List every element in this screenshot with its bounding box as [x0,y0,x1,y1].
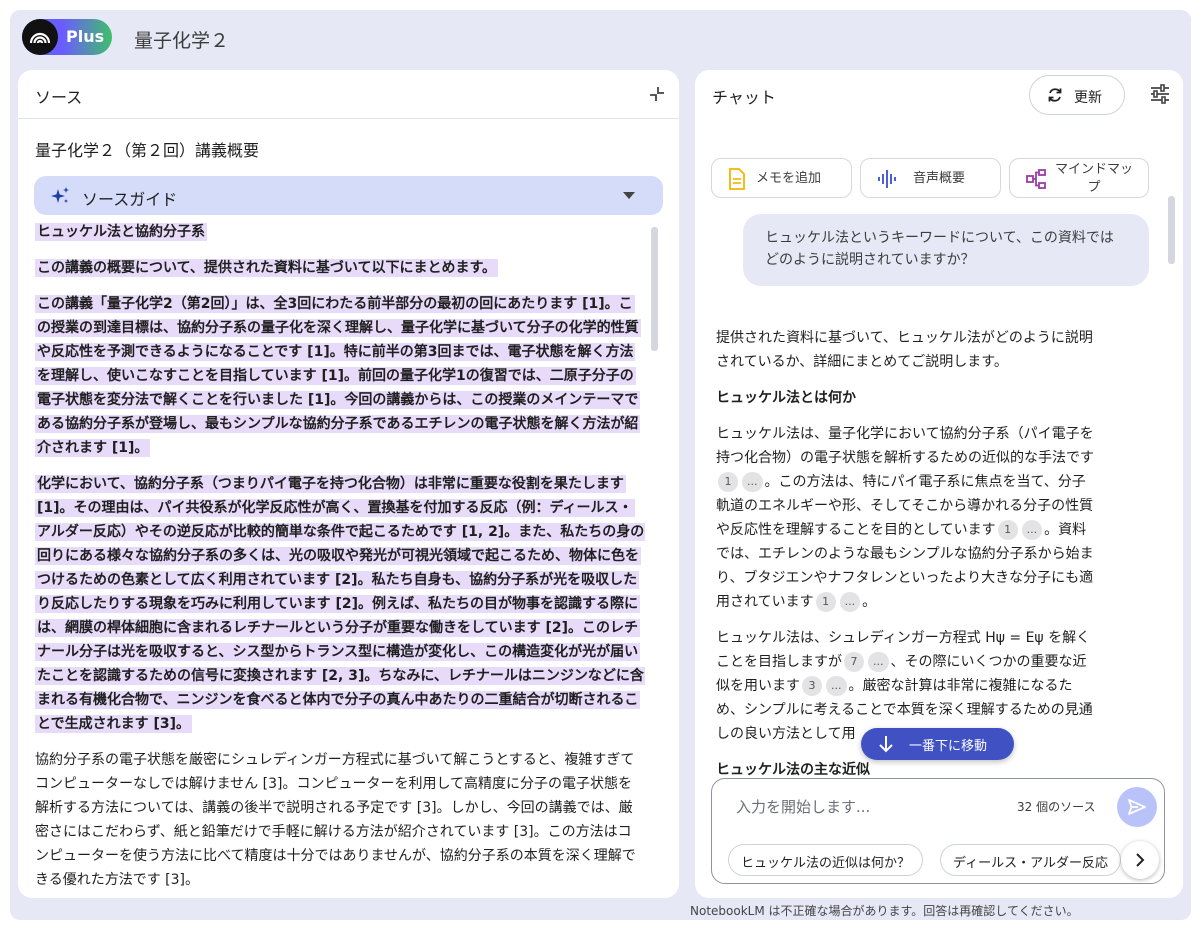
plan-badge: Plus [66,27,105,46]
audio-wave-icon [877,168,897,190]
refresh-label: 更新 [1074,90,1102,106]
citation-more-chip[interactable]: ... [826,676,847,696]
answer-intro: 提供された資料に基づいて、ヒュッケル法がどのように説明されているか、詳細にまとめ… [716,330,1093,370]
citation-chip[interactable]: 7 [844,652,864,672]
chevron-down-icon [623,192,635,199]
notebook-title[interactable]: 量子化学２ [134,26,229,53]
scroll-to-bottom-label: 一番下に移動 [909,739,988,754]
add-note-label: メモを追加 [756,171,822,186]
chat-input-placeholder[interactable]: 入力を開始します... [736,796,870,817]
citation-chip[interactable]: 1 [718,472,738,492]
source-guide-toggle[interactable]: ソースガイド [34,176,663,215]
disclaimer-footer: NotebookLM は不正確な場合があります。回答は再確認してください。 [690,904,1079,918]
sparkle-icon [50,185,72,207]
source-paragraph: ヒュッケル法と協約分子系 [35,223,207,241]
audio-overview-chip[interactable]: 音声概要 [860,158,1001,198]
collapse-panel-icon[interactable] [647,84,667,104]
source-text-content: ヒュッケル法と協約分子系 この講義の概要について、提供された資料に基づいて以下に… [35,220,645,896]
chat-panel-title: チャット [712,88,776,107]
note-icon [728,168,748,190]
suggested-question-chip[interactable]: ディールス・アルダー反応 [940,844,1121,876]
audio-overview-label: 音声概要 [913,171,966,186]
mindmap-icon [1026,168,1046,190]
refresh-icon [1046,86,1064,108]
source-paragraph: この講義「量子化学2（第2回）」は、全3回にわたる前半部分の最初の回にあたります… [35,295,641,457]
source-document-title: 量子化学２（第２回）講義概要 [35,141,260,160]
source-guide-label: ソースガイド [82,190,178,209]
suggested-question-chip[interactable]: ヒュッケル法の近似は何か？ [728,844,924,876]
scroll-to-bottom-button[interactable]: 一番下に移動 [861,728,1014,760]
chat-header-divider [695,118,1183,119]
mindmap-chip[interactable]: マインドマップ [1009,158,1149,198]
citation-chip[interactable]: 3 [802,676,822,696]
citation-more-chip[interactable]: ... [1021,520,1043,540]
chevron-right-icon [1132,852,1148,872]
citation-more-chip[interactable]: ... [742,472,763,492]
next-suggestions-button[interactable] [1121,841,1159,879]
refresh-button[interactable]: 更新 [1029,75,1125,115]
sources-panel: ソース 量子化学２（第２回）講義概要 ソースガイド ヒュッケル法と協約分子系 こ… [18,70,679,898]
arrow-down-icon [877,734,895,758]
citation-chip[interactable]: 1 [997,520,1018,540]
chat-panel: チャット 更新 メモを追加 音声概要 マインドマップ ヒュッケル法というキーワー… [695,70,1183,898]
sources-panel-title: ソース [35,88,83,107]
citation-more-chip[interactable]: ... [868,652,889,672]
answer-paragraph: ヒュッケル法は、量子化学において協約分子系（パイ電子を持つ化合物）の電子状態を解… [716,426,1094,612]
panel-divider [18,118,679,119]
notebooklm-logo-icon [22,19,58,55]
source-paragraph: 協約分子系の電子状態を厳密にシュレディンガー方程式に基づいて解こうとすると、複雑… [35,752,636,888]
app-window: Plus 量子化学２ ソース 量子化学２（第２回）講義概要 ソースガイド ヒュッ… [10,10,1191,920]
source-count: 32 個のソース [1017,800,1096,814]
tune-settings-icon[interactable] [1149,83,1171,105]
assistant-answer: 提供された資料に基づいて、ヒュッケル法がどのように説明されているか、詳細にまとめ… [716,326,1096,786]
send-icon [1127,797,1147,821]
source-paragraph: この講義の概要について、提供された資料に基づいて以下にまとめます。 [35,259,499,277]
answer-heading: ヒュッケル法とは何か [716,390,856,406]
user-message-bubble: ヒュッケル法というキーワードについて、この資料ではどのように説明されていますか？ [743,214,1149,286]
add-note-chip[interactable]: メモを追加 [711,158,852,198]
chat-input-box[interactable]: 入力を開始します... 32 個のソース ヒュッケル法の近似は何か？ ディールス… [711,778,1165,884]
citation-chip[interactable]: 1 [815,592,836,612]
chat-scrollbar[interactable] [1168,196,1175,264]
mindmap-label: マインドマップ [1054,162,1133,195]
send-button[interactable] [1117,787,1157,827]
source-paragraph: 化学において、協約分子系（つまりパイ電子を持つ化合物）は非常に重要な役割を果たし… [35,475,645,733]
plus-logo-badge[interactable]: Plus [22,19,112,55]
sources-scrollbar[interactable] [651,227,658,351]
citation-more-chip[interactable]: ... [839,592,861,612]
